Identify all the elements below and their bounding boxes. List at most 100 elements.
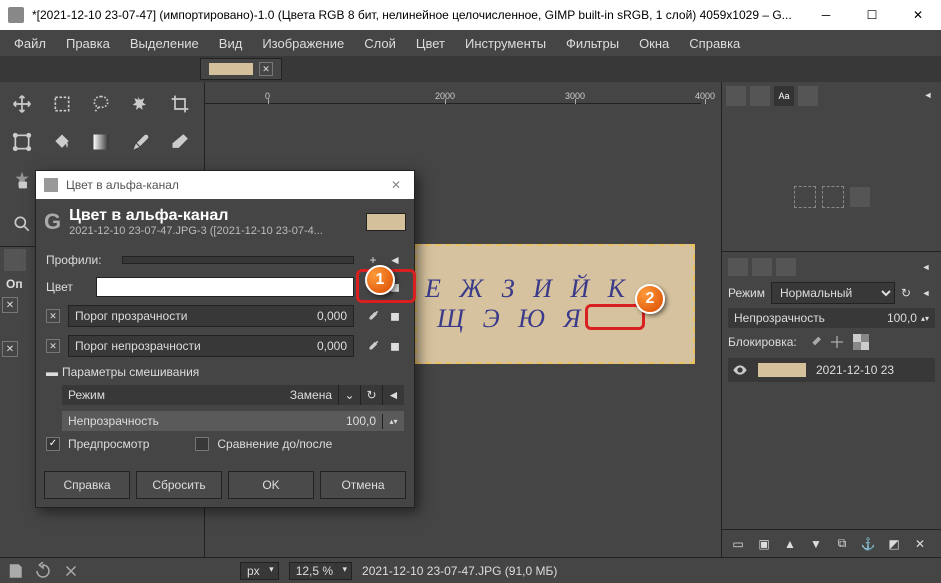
ruler-tick: 2000 [435, 91, 455, 101]
paths-tab-icon[interactable] [776, 258, 796, 276]
lower-layer-icon[interactable]: ▼ [806, 534, 826, 554]
menu-image[interactable]: Изображение [254, 32, 352, 55]
blend-section-toggle[interactable]: ▬ Параметры смешивания [46, 365, 404, 379]
ruler-tick: 3000 [565, 91, 585, 101]
layer-group-icon[interactable]: ▣ [754, 534, 774, 554]
eraser-tool[interactable] [162, 124, 198, 160]
menu-windows[interactable]: Окна [631, 32, 677, 55]
unit-select[interactable]: px [240, 562, 279, 580]
layer-mode-select[interactable]: Нормальный [771, 282, 895, 304]
color-input[interactable] [96, 277, 354, 297]
menu-file[interactable]: Файл [6, 32, 54, 55]
menu-edit[interactable]: Правка [58, 32, 118, 55]
preset-menu-icon[interactable]: ◄ [386, 251, 404, 269]
layer-row[interactable]: 2021-12-10 23 [728, 358, 935, 382]
layer-visibility-icon[interactable] [732, 362, 748, 378]
gradient-tool[interactable] [83, 124, 119, 160]
lock-position-icon[interactable] [829, 334, 845, 350]
left-option-close-2[interactable]: ✕ [2, 341, 18, 357]
link-threshold-icon[interactable]: ✕ [46, 309, 60, 323]
maximize-button[interactable]: ☐ [849, 0, 895, 30]
sb-save-icon[interactable] [6, 562, 24, 580]
menu-view[interactable]: Вид [211, 32, 251, 55]
reset-button[interactable]: Сбросить [136, 471, 222, 499]
opacity-threshold-input[interactable]: Порог непрозрачности 0,000 [68, 335, 354, 357]
menu-tools[interactable]: Инструменты [457, 32, 554, 55]
transform-tool[interactable] [4, 124, 40, 160]
blend-mode-select[interactable]: Режим Замена ⌄ ↻ ◄ [62, 385, 404, 405]
app-icon [8, 7, 24, 23]
rect-select-tool[interactable] [44, 86, 80, 122]
bucket-fill-tool[interactable] [44, 124, 80, 160]
channels-tab-icon[interactable] [752, 258, 772, 276]
ok-button[interactable]: OK [228, 471, 314, 499]
lock-alpha-icon[interactable] [853, 334, 869, 350]
new-layer-icon[interactable]: ▭ [728, 534, 748, 554]
threshold-t-pipette-icon[interactable] [364, 307, 382, 325]
free-select-tool[interactable] [83, 86, 119, 122]
threshold-o-pipette-icon[interactable] [364, 337, 382, 355]
layers-tab-icon[interactable] [728, 258, 748, 276]
merge-layer-icon[interactable]: ⚓ [858, 534, 878, 554]
split-checkbox[interactable] [195, 437, 209, 451]
stroke-selection-icon[interactable] [822, 186, 844, 208]
patterns-tab-icon[interactable] [750, 86, 770, 106]
paintbrush-tool[interactable] [123, 124, 159, 160]
threshold-t-fill-icon[interactable]: ◼ [386, 307, 404, 325]
move-tool[interactable] [4, 86, 40, 122]
link-opacity-threshold-icon[interactable]: ✕ [46, 339, 60, 353]
layer-opacity-label: Непрозрачность [734, 311, 825, 325]
spinner-icon[interactable]: ▴▾ [382, 414, 404, 429]
fonts-tab-icon[interactable]: Aa [774, 86, 794, 106]
blend-switch-icon[interactable]: ↻ [360, 385, 382, 405]
delete-layer-icon[interactable]: ✕ [910, 534, 930, 554]
menu-color[interactable]: Цвет [408, 32, 453, 55]
close-button[interactable]: ✕ [895, 0, 941, 30]
raise-layer-icon[interactable]: ▲ [780, 534, 800, 554]
help-button[interactable]: Справка [44, 471, 130, 499]
preview-checkbox[interactable] [46, 437, 60, 451]
lock-pixels-icon[interactable] [805, 334, 821, 350]
blend-opacity-label: Непрозрачность [62, 411, 165, 431]
layers-menu-icon[interactable]: ◄ [917, 258, 935, 276]
dialog-close-icon[interactable]: ✕ [386, 178, 406, 192]
menu-layer[interactable]: Слой [356, 32, 404, 55]
gegl-icon: G [44, 209, 61, 235]
right-top-dock: Aa ◄ [722, 82, 941, 252]
spinner-icon[interactable]: ▴▾ [921, 314, 929, 323]
save-selection-icon[interactable] [850, 187, 870, 207]
history-tab-icon[interactable] [798, 86, 818, 106]
right-top-menu-icon[interactable]: ◄ [919, 86, 937, 104]
layers-panel: ◄ Режим Нормальный ↻ ◄ Непрозрачность 10… [722, 252, 941, 529]
crop-tool[interactable] [162, 86, 198, 122]
blend-menu-icon[interactable]: ◄ [382, 385, 404, 405]
blend-opacity-slider[interactable]: Непрозрачность 100,0 ▴▾ [62, 411, 404, 431]
dialog-titlebar[interactable]: Цвет в альфа-канал ✕ [36, 171, 414, 199]
zoom-select[interactable]: 12,5 % [289, 562, 352, 580]
dock-tab-icon[interactable] [4, 249, 26, 271]
threshold-o-fill-icon[interactable]: ◼ [386, 337, 404, 355]
menu-select[interactable]: Выделение [122, 32, 207, 55]
lock-label: Блокировка: [728, 335, 797, 349]
layer-opacity-slider[interactable]: Непрозрачность 100,0 ▴▾ [728, 308, 935, 328]
brushes-tab-icon[interactable] [726, 86, 746, 106]
menu-help[interactable]: Справка [681, 32, 748, 55]
mode-menu-icon[interactable]: ◄ [917, 284, 935, 302]
transparency-threshold-input[interactable]: Порог прозрачности 0,000 [68, 305, 354, 327]
minimize-button[interactable]: ─ [803, 0, 849, 30]
mode-switch-icon[interactable]: ↻ [901, 286, 911, 300]
duplicate-layer-icon[interactable]: ⧉ [832, 534, 852, 554]
layer-name: 2021-12-10 23 [816, 363, 894, 377]
opacity-threshold-label: Порог непрозрачности [75, 339, 201, 353]
tab-close-icon[interactable]: ✕ [259, 62, 273, 76]
cancel-button[interactable]: Отмена [320, 471, 406, 499]
fuzzy-select-tool[interactable] [123, 86, 159, 122]
sb-revert-icon[interactable] [34, 562, 52, 580]
selection-to-path-icon[interactable] [794, 186, 816, 208]
sb-close-icon[interactable] [62, 562, 80, 580]
menu-filters[interactable]: Фильтры [558, 32, 627, 55]
presets-combo[interactable] [122, 256, 354, 264]
image-tab[interactable]: ✕ [200, 58, 282, 80]
left-option-close-1[interactable]: ✕ [2, 297, 18, 313]
mask-layer-icon[interactable]: ◩ [884, 534, 904, 554]
